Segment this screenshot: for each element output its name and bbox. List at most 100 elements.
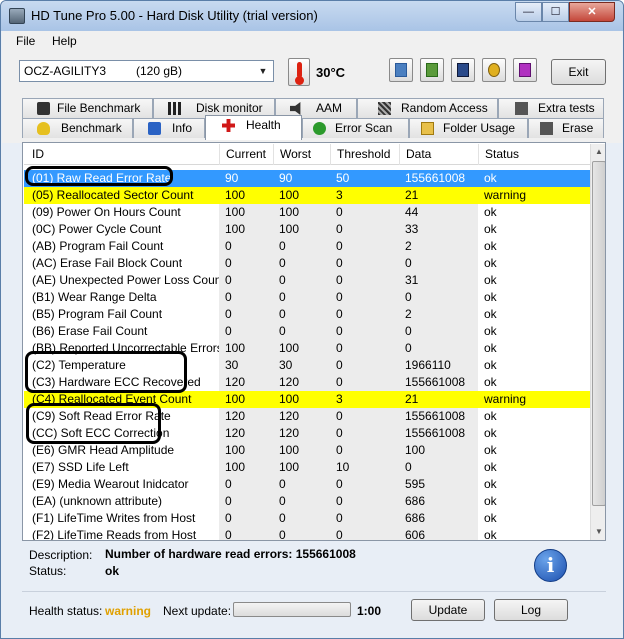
cell-id: (AE) Unexpected Power Loss Count <box>32 273 219 287</box>
cell-status: ok <box>484 358 497 372</box>
cell-current: 100 <box>219 442 273 459</box>
table-row[interactable]: (EA) (unknown attribute) 0 0 0 686 ok <box>24 493 590 510</box>
annotation-box-raw-read <box>25 166 173 186</box>
cell-status: ok <box>484 511 497 525</box>
cell-threshold: 0 <box>330 272 399 289</box>
cell-status: ok <box>484 307 497 321</box>
maximize-button[interactable]: ☐ <box>542 2 569 22</box>
cell-threshold: 0 <box>330 221 399 238</box>
cell-id: (EA) (unknown attribute) <box>32 494 163 508</box>
cell-status: ok <box>484 375 497 389</box>
drive-name: OCZ-AGILITY3 <box>24 64 107 78</box>
cell-worst: 120 <box>273 408 330 425</box>
tab-random-access[interactable]: Random Access <box>357 98 498 118</box>
column-header-id[interactable]: ID <box>24 144 219 165</box>
column-header-status[interactable]: Status <box>478 144 590 165</box>
table-scrollbar[interactable]: ▲ ▼ <box>590 144 605 540</box>
cell-current: 100 <box>219 221 273 238</box>
cell-worst: 100 <box>273 391 330 408</box>
column-header-current[interactable]: Current <box>219 144 273 165</box>
chevron-down-icon[interactable]: ▼ <box>255 63 271 79</box>
table-row[interactable]: (E6) GMR Head Amplitude 100 100 0 100 ok <box>24 442 590 459</box>
cell-data: 155661008 <box>399 374 478 391</box>
table-row[interactable]: (AE) Unexpected Power Loss Count 0 0 0 31 ok <box>24 272 590 289</box>
scroll-down-icon[interactable]: ▼ <box>591 524 605 540</box>
table-row[interactable]: (05) Reallocated Sector Count 100 100 3 21 wa… <box>24 187 590 204</box>
cell-current: 120 <box>219 374 273 391</box>
cell-current: 100 <box>219 340 273 357</box>
cell-data: 21 <box>399 391 478 408</box>
cell-id: (AC) Erase Fail Block Count <box>32 256 183 270</box>
cell-worst: 0 <box>273 510 330 527</box>
table-row[interactable]: (AB) Program Fail Count 0 0 0 2 ok <box>24 238 590 255</box>
annotation-box-temp-ecc <box>25 351 187 393</box>
copy-text-button[interactable] <box>389 58 413 82</box>
cell-threshold: 0 <box>330 408 399 425</box>
update-button[interactable]: Update <box>411 599 485 621</box>
table-row[interactable]: (AC) Erase Fail Block Count 0 0 0 0 ok <box>24 255 590 272</box>
table-row[interactable]: (F2) LifeTime Reads from Host 0 0 0 606 ok <box>24 527 590 540</box>
cell-threshold: 0 <box>330 204 399 221</box>
tab-benchmark[interactable]: Benchmark <box>22 118 133 138</box>
table-row[interactable]: (B5) Program Fail Count 0 0 0 2 ok <box>24 306 590 323</box>
gear-icon <box>488 63 500 77</box>
tab-error-scan[interactable]: Error Scan <box>302 118 409 138</box>
tab-info[interactable]: Info <box>133 118 205 138</box>
table-row[interactable]: (B1) Wear Range Delta 0 0 0 0 ok <box>24 289 590 306</box>
cell-current: 0 <box>219 238 273 255</box>
save-button[interactable] <box>451 58 475 82</box>
tab-file-benchmark[interactable]: File Benchmark <box>22 98 153 118</box>
cell-worst: 0 <box>273 289 330 306</box>
copy-image-button[interactable] <box>420 58 444 82</box>
cell-worst: 100 <box>273 221 330 238</box>
cell-status: ok <box>478 170 590 187</box>
info-icon: i <box>534 549 567 582</box>
health-status-value: warning <box>105 604 152 618</box>
tab-extra-tests[interactable]: Extra tests <box>498 98 604 118</box>
exit-button[interactable]: Exit <box>551 59 606 85</box>
log-button[interactable]: Log <box>494 599 568 621</box>
benchmark-icon <box>37 122 50 135</box>
table-row[interactable]: (F1) LifeTime Writes from Host 0 0 0 686 ok <box>24 510 590 527</box>
table-row[interactable]: (B6) Erase Fail Count 0 0 0 0 ok <box>24 323 590 340</box>
menu-help[interactable]: Help <box>52 34 77 48</box>
info-icon <box>148 122 161 135</box>
cell-threshold: 0 <box>330 238 399 255</box>
cell-status: ok <box>484 460 497 474</box>
cell-data: 100 <box>399 442 478 459</box>
minimize-button[interactable]: — <box>515 2 542 22</box>
drive-select[interactable]: OCZ-AGILITY3 (120 gB) ▼ <box>19 60 274 82</box>
table-row[interactable]: (0C) Power Cycle Count 100 100 0 33 ok <box>24 221 590 238</box>
cell-threshold: 0 <box>330 374 399 391</box>
cell-worst: 100 <box>273 459 330 476</box>
cell-worst: 90 <box>273 170 330 187</box>
cell-data: 0 <box>399 323 478 340</box>
column-header-worst[interactable]: Worst <box>273 144 330 165</box>
cell-worst: 100 <box>273 204 330 221</box>
cell-threshold: 10 <box>330 459 399 476</box>
scroll-up-icon[interactable]: ▲ <box>591 144 605 160</box>
cell-current: 90 <box>219 170 273 187</box>
tab-erase[interactable]: Erase <box>528 118 604 138</box>
column-header-threshold[interactable]: Threshold <box>330 144 399 165</box>
tab-health[interactable]: Health <box>205 115 302 140</box>
column-header-data[interactable]: Data <box>399 144 478 165</box>
cell-id: (E6) GMR Head Amplitude <box>32 443 175 457</box>
table-row[interactable]: (E9) Media Wearout Inidcator 0 0 0 595 ok <box>24 476 590 493</box>
close-button[interactable]: ✕ <box>569 2 615 22</box>
table-row[interactable]: (09) Power On Hours Count 100 100 0 44 ok <box>24 204 590 221</box>
cell-worst: 0 <box>273 476 330 493</box>
status-value: ok <box>105 564 120 578</box>
tab-folder-usage[interactable]: Folder Usage <box>409 118 528 138</box>
scrollbar-thumb[interactable] <box>592 161 605 506</box>
tab-label: Error Scan <box>335 121 393 135</box>
download-button[interactable] <box>513 58 537 82</box>
cell-status: ok <box>484 290 497 304</box>
cell-threshold: 0 <box>330 255 399 272</box>
cell-status: ok <box>484 477 497 491</box>
table-row[interactable]: (E7) SSD Life Left 100 100 10 0 ok <box>24 459 590 476</box>
menu-file[interactable]: File <box>16 34 35 48</box>
cell-current: 0 <box>219 493 273 510</box>
title-bar[interactable]: HD Tune Pro 5.00 - Hard Disk Utility (tr… <box>1 1 623 31</box>
options-button[interactable] <box>482 58 506 82</box>
